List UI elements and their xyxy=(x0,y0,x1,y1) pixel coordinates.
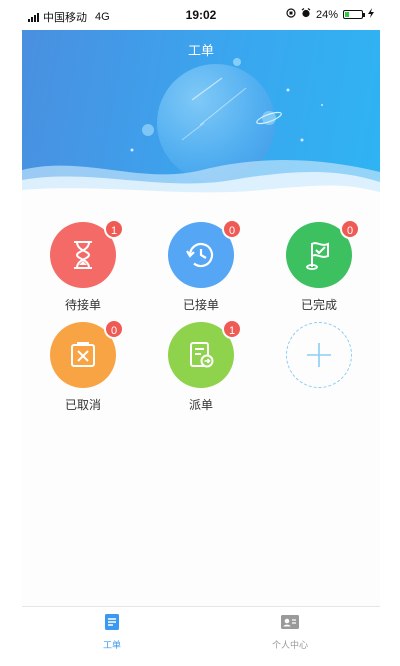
add-item[interactable] xyxy=(269,322,369,388)
tab-work-orders[interactable]: 工单 xyxy=(52,613,172,651)
charging-icon xyxy=(368,8,374,21)
profile-card-icon xyxy=(281,615,299,629)
accepted-label: 已接单 xyxy=(182,298,219,312)
battery-icon xyxy=(343,10,365,19)
order-item-accepted[interactable]: 0 已接单 xyxy=(151,219,251,313)
order-item-completed[interactable]: 0 已完成 xyxy=(269,219,369,313)
alarm-icon xyxy=(301,8,311,21)
cancelled-button[interactable]: 0 xyxy=(50,319,124,388)
order-item-pending[interactable]: 1 待接单 xyxy=(33,219,133,313)
bottom-tab-bar: 工单 个人中心 xyxy=(22,606,380,666)
clock-refresh-icon xyxy=(186,242,214,268)
tab-profile[interactable]: 个人中心 xyxy=(230,613,350,651)
dispatch-doc-icon xyxy=(190,342,214,368)
header-banner: 工单 xyxy=(22,30,380,200)
accepted-button[interactable]: 0 xyxy=(168,219,242,288)
cancel-box-icon xyxy=(71,342,95,367)
completed-label: 已完成 xyxy=(300,298,337,312)
flag-check-icon xyxy=(306,242,329,270)
pending-count-badge: 1 xyxy=(104,219,124,239)
tab-profile-label: 个人中心 xyxy=(271,640,308,650)
plus-icon xyxy=(307,343,331,367)
battery-percent: 24% xyxy=(315,8,338,21)
hourglass-icon xyxy=(74,241,92,269)
pending-label: 待接单 xyxy=(64,298,101,312)
phone-screen: 中国移动 4G 19:02 24% 工单 1 待接单 0 已接单 0 已完成 0… xyxy=(22,0,380,666)
lock-rotation-icon xyxy=(286,8,296,21)
pending-button[interactable]: 1 xyxy=(50,219,124,288)
completed-count-badge: 0 xyxy=(340,219,360,239)
document-icon xyxy=(105,614,119,630)
order-item-dispatch[interactable]: 1 派单 xyxy=(151,319,251,413)
cancelled-count-badge: 0 xyxy=(104,319,124,339)
wave-decoration xyxy=(22,160,380,200)
status-right: 24% xyxy=(286,8,374,21)
cancelled-label: 已取消 xyxy=(64,398,101,412)
dispatch-label: 派单 xyxy=(188,398,213,412)
tab-work-orders-label: 工单 xyxy=(102,640,121,650)
order-item-cancelled[interactable]: 0 已取消 xyxy=(33,319,133,413)
accepted-count-badge: 0 xyxy=(222,219,242,239)
dispatch-button[interactable]: 1 xyxy=(168,319,242,388)
completed-button[interactable]: 0 xyxy=(286,219,360,288)
status-bar: 中国移动 4G 19:02 24% xyxy=(22,0,380,30)
dispatch-count-badge: 1 xyxy=(222,319,242,339)
add-button[interactable] xyxy=(286,322,352,388)
